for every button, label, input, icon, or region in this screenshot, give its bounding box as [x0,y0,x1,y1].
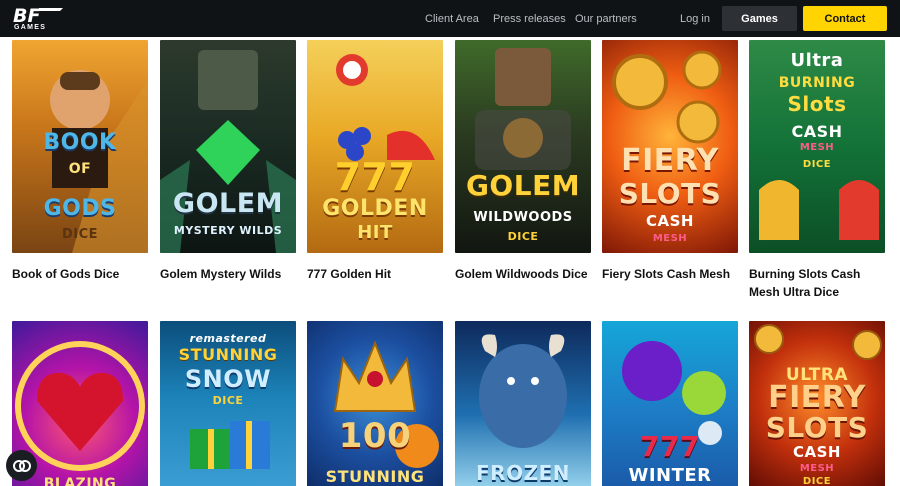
game-card-book-of-gods-dice[interactable]: BOOK OF GODS DICE Book of Gods Dice [12,40,148,283]
game-card-777-winter[interactable]: 777 WINTER [602,321,738,486]
art-line-3: GODS [43,196,117,221]
game-title[interactable]: Golem Mystery Wilds [160,265,296,283]
chat-bubble-icon [12,459,31,472]
game-title[interactable]: Book of Gods Dice [12,265,148,283]
art-line-3: HIT [357,222,393,243]
art-line-1: 777 [640,430,700,463]
game-card-100-stunning[interactable]: 100 STUNNING [307,321,443,486]
art-line-2: WILDWOODS [473,210,573,225]
login-link[interactable]: Log in [680,13,710,25]
game-thumbnail[interactable]: ULTRA FIERY SLOTS CASH MESH DICE [749,321,885,486]
nav-press-wrap: Press releases [493,0,566,37]
game-card-777-golden-hit[interactable]: 777 GOLDEN HIT 777 Golden Hit [307,40,443,283]
top-navigation-bar: BF GAMES Client Area Press releases Our … [0,0,900,37]
art-line-1: BOOK [43,130,117,155]
game-thumbnail[interactable]: 100 STUNNING [307,321,443,486]
nav-press-releases[interactable]: Press releases [493,13,566,25]
game-title[interactable]: Fiery Slots Cash Mesh [602,265,738,283]
crown-art-icon [333,340,439,468]
game-thumbnail[interactable]: 777 WINTER [602,321,738,486]
games-button[interactable]: Games [722,6,797,31]
art-line-4: CASH [793,443,841,461]
game-thumbnail[interactable]: FIERY SLOTS CASH MESH [602,40,738,253]
game-card-stunning-snow-dice[interactable]: remastered STUNNING SNOW DICE [160,321,296,486]
game-card-burning-slots-cash-mesh-ultra-dice[interactable]: Ultra BURNING Slots CASH MESH DICE Burni… [749,40,885,301]
art-line-4: DICE [212,394,244,407]
art-line-2: MYSTERY WILDS [173,224,283,237]
art-line-1: Ultra [790,50,844,71]
art-line-1: GOLEM [172,188,284,219]
contact-button[interactable]: Contact [803,6,887,31]
art-line-4: DICE [61,227,99,242]
bf-games-logo[interactable]: BF GAMES [13,5,65,33]
game-title[interactable]: Golem Wildwoods Dice [455,265,591,283]
game-title[interactable]: 777 Golden Hit [307,265,443,283]
game-thumbnail[interactable]: remastered STUNNING SNOW DICE [160,321,296,486]
art-line-2: FIERY [768,380,866,415]
art-line-2: GOLDEN [322,196,428,221]
art-line-1: 777 [334,155,416,199]
art-line-5: MESH [799,142,835,153]
art-line-1: BLAZING [43,476,117,486]
game-card-frozen[interactable]: FROZEN [455,321,591,486]
art-line-4: MESH [652,233,688,244]
game-thumbnail[interactable]: BOOK OF GODS DICE [12,40,148,253]
art-line-2: STUNNING [178,345,278,364]
game-card-golem-mystery-wilds[interactable]: GOLEM MYSTERY WILDS Golem Mystery Wilds [160,40,296,283]
logo-subtitle: GAMES [14,24,47,31]
art-line-2: BURNING [778,75,856,91]
golem-art-icon [160,50,296,253]
nav-our-partners[interactable]: Our partners [575,13,637,25]
art-line-1: FROZEN [476,461,570,485]
art-line-1: FIERY [621,143,719,178]
nav-client-wrap: Client Area [425,0,479,37]
nav-client-area[interactable]: Client Area [425,13,479,25]
game-card-golem-wildwoods-dice[interactable]: GOLEM WILDWOODS DICE Golem Wildwoods Dic… [455,40,591,283]
art-line-3: SNOW [184,365,272,393]
chat-button[interactable] [6,450,37,481]
art-line-2: SLOTS [618,177,722,210]
game-title[interactable]: Burning Slots Cash Mesh Ultra Dice [749,265,885,301]
game-thumbnail[interactable]: Ultra BURNING Slots CASH MESH DICE [749,40,885,253]
art-line-6: DICE [802,476,832,486]
game-thumbnail[interactable]: 777 GOLDEN HIT [307,40,443,253]
art-line-2: OF [68,161,92,177]
nav-partners-wrap: Our partners [575,0,637,37]
art-line-3: Slots [787,92,847,116]
art-line-4: CASH [791,122,843,141]
game-card-fiery-slots-cash-mesh[interactable]: FIERY SLOTS CASH MESH Fiery Slots Cash M… [602,40,738,283]
art-line-5: MESH [799,463,835,474]
art-line-6: DICE [802,159,832,170]
game-thumbnail[interactable]: FROZEN [455,321,591,486]
art-line-3: DICE [507,230,539,243]
game-thumbnail[interactable]: GOLEM WILDWOODS DICE [455,40,591,253]
nav-login-wrap: Log in [680,0,710,37]
art-line-3: SLOTS [765,411,869,444]
game-thumbnail[interactable]: GOLEM MYSTERY WILDS [160,40,296,253]
art-line-1: 100 [338,416,412,456]
art-line-2: WINTER [628,465,712,486]
game-card-ultra-fiery-slots[interactable]: ULTRA FIERY SLOTS CASH MESH DICE [749,321,885,486]
art-line-1: remastered [189,332,267,345]
art-line-3: CASH [646,212,694,230]
art-line-2: STUNNING [325,467,425,486]
art-line-1: GOLEM [465,169,581,202]
